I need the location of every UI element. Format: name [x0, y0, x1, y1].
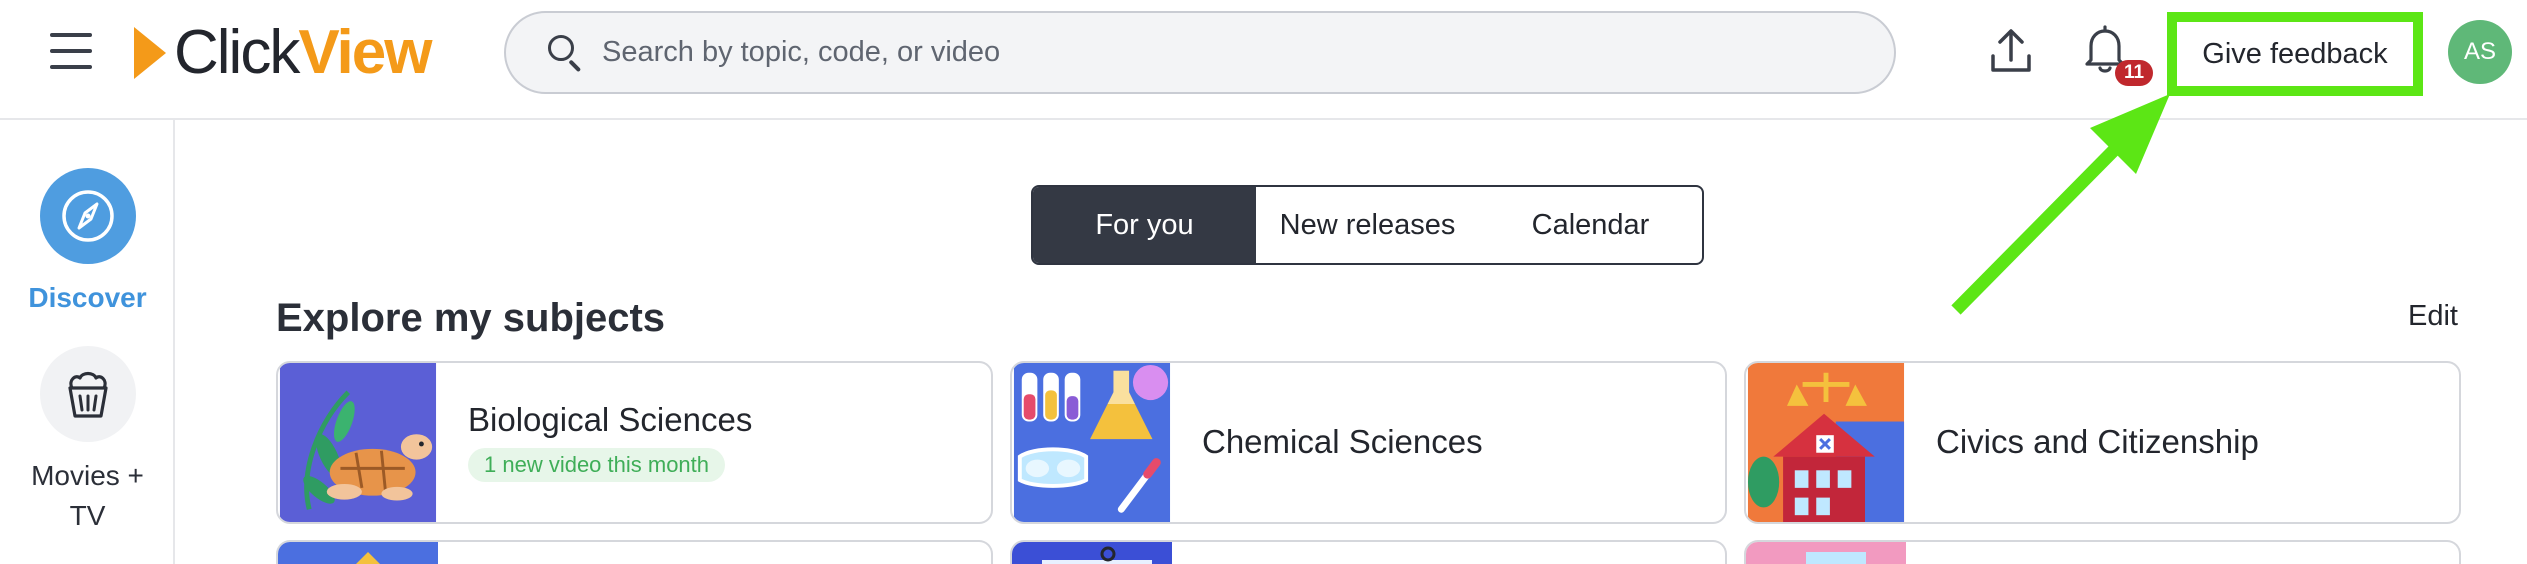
- sidebar-item-discover[interactable]: Discover: [0, 168, 175, 318]
- new-video-badge: 1 new video this month: [468, 448, 726, 482]
- card-image-partial: [278, 542, 438, 564]
- hamburger-menu-icon[interactable]: [46, 28, 98, 74]
- lab-equipment-illustration: [1013, 363, 1171, 522]
- discover-tabs: For you New releases Calendar: [1031, 185, 1704, 265]
- tab-calendar[interactable]: Calendar: [1479, 187, 1702, 263]
- edit-subjects-link[interactable]: Edit: [2408, 300, 2458, 333]
- popcorn-icon: [67, 371, 108, 418]
- subject-card-title: Civics and Citizenship: [1936, 423, 2259, 460]
- subject-card-title: Chemical Sciences: [1202, 423, 1483, 460]
- sidebar-item-label: Movies + TV: [31, 460, 144, 531]
- subject-card-biological-sciences[interactable]: Biological Sciences 1 new video this mon…: [276, 361, 993, 524]
- left-sidebar: Discover Movies + TV: [0, 120, 175, 564]
- upload-icon[interactable]: [1985, 26, 2037, 78]
- play-triangle-icon: [134, 27, 166, 79]
- card-image-partial: [1012, 542, 1172, 564]
- user-avatar[interactable]: AS: [2448, 20, 2512, 84]
- subject-card-partial[interactable]: [1744, 540, 2461, 564]
- search-icon: [544, 33, 584, 73]
- sidebar-item-label: Discover: [28, 282, 147, 313]
- annotation-arrow: [1951, 94, 2170, 315]
- compass-icon: [61, 190, 114, 242]
- subject-card-civics-and-citizenship[interactable]: Civics and Citizenship: [1744, 361, 2461, 524]
- subject-card-title: Biological Sciences: [468, 401, 753, 438]
- card-image-partial: [1746, 542, 1906, 564]
- logo-text-view: View: [298, 18, 432, 87]
- search-input[interactable]: [602, 36, 1802, 69]
- subject-card-partial[interactable]: [1010, 540, 1727, 564]
- section-title: Explore my subjects: [276, 296, 666, 340]
- turtle-illustration: [279, 363, 437, 522]
- subject-card-partial[interactable]: [276, 540, 993, 564]
- tab-for-you[interactable]: For you: [1033, 187, 1256, 263]
- clickview-logo[interactable]: ClickView: [134, 18, 433, 88]
- subject-card-chemical-sciences[interactable]: Chemical Sciences: [1010, 361, 1727, 524]
- civics-illustration: [1747, 363, 1905, 522]
- give-feedback-button[interactable]: Give feedback: [2202, 38, 2387, 71]
- logo-text-click: Click: [174, 18, 300, 87]
- tab-new-releases[interactable]: New releases: [1256, 187, 1479, 263]
- sidebar-item-movies-tv[interactable]: Movies + TV: [0, 346, 175, 536]
- search-bar[interactable]: [504, 11, 1896, 94]
- feedback-highlight-box: Give feedback: [2167, 12, 2423, 96]
